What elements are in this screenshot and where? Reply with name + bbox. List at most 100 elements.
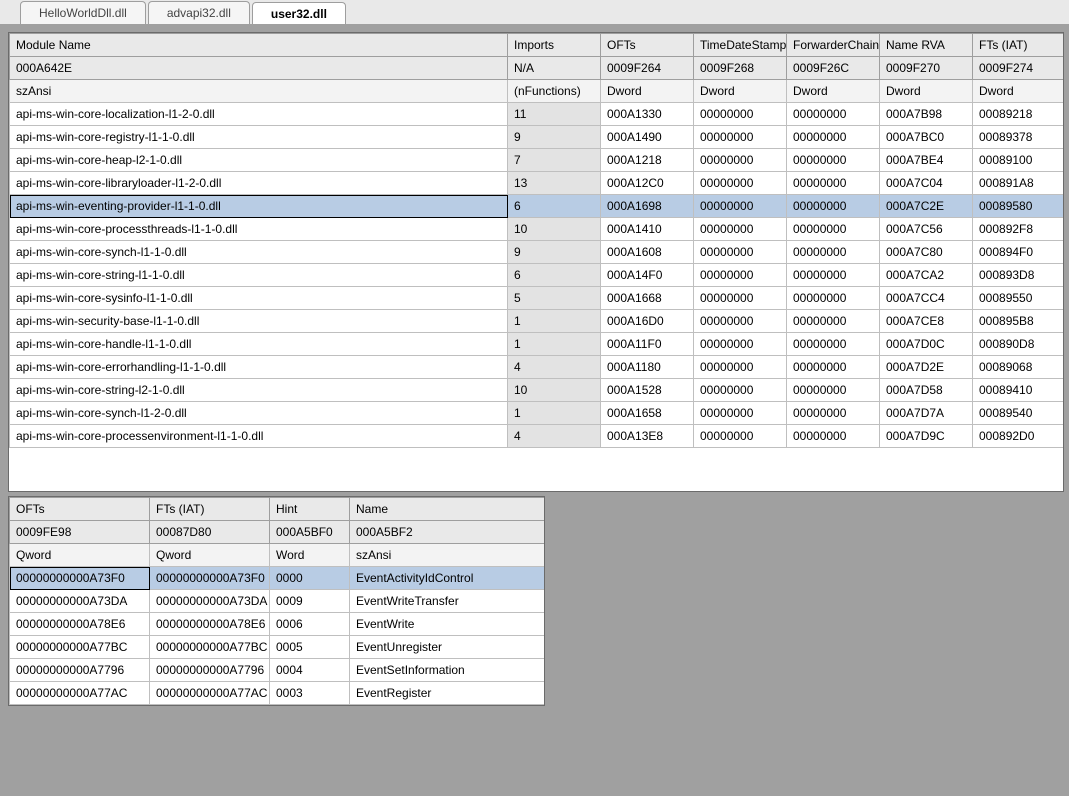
- imports-meta-cell[interactable]: N/A: [508, 57, 601, 80]
- functions-meta-cell[interactable]: 00087D80: [150, 521, 270, 544]
- functions-col-header[interactable]: Name: [350, 498, 546, 521]
- imports-cell[interactable]: 000890D8: [973, 333, 1065, 356]
- imports-cell[interactable]: 00000000: [787, 402, 880, 425]
- imports-cell[interactable]: 00000000: [787, 149, 880, 172]
- functions-cell[interactable]: 00000000000A73DA: [10, 590, 150, 613]
- imports-cell[interactable]: 00000000: [694, 103, 787, 126]
- imports-cell[interactable]: 4: [508, 356, 601, 379]
- functions-cell[interactable]: 00000000000A78E6: [150, 613, 270, 636]
- imports-type-cell[interactable]: Dword: [601, 80, 694, 103]
- imports-cell[interactable]: 000A7D9C: [880, 425, 973, 448]
- functions-cell[interactable]: EventRegister: [350, 682, 546, 705]
- functions-cell[interactable]: 00000000000A77AC: [150, 682, 270, 705]
- imports-cell[interactable]: 10: [508, 218, 601, 241]
- functions-cell[interactable]: 0005: [270, 636, 350, 659]
- imports-cell[interactable]: 000A7CA2: [880, 264, 973, 287]
- imports-cell[interactable]: 9: [508, 126, 601, 149]
- imports-cell[interactable]: 00000000: [694, 149, 787, 172]
- imports-cell[interactable]: 000A7C80: [880, 241, 973, 264]
- functions-meta-cell[interactable]: 000A5BF0: [270, 521, 350, 544]
- imports-cell[interactable]: 000895B8: [973, 310, 1065, 333]
- imports-row[interactable]: api-ms-win-core-localization-l1-2-0.dll1…: [10, 103, 1065, 126]
- imports-cell[interactable]: 6: [508, 195, 601, 218]
- imports-row[interactable]: api-ms-win-core-string-l2-1-0.dll10000A1…: [10, 379, 1065, 402]
- functions-cell[interactable]: 0009: [270, 590, 350, 613]
- imports-cell[interactable]: 13: [508, 172, 601, 195]
- functions-row[interactable]: 00000000000A779600000000000A77960004Even…: [10, 659, 546, 682]
- imports-cell[interactable]: 000A1330: [601, 103, 694, 126]
- imports-type-cell[interactable]: Dword: [694, 80, 787, 103]
- functions-type-cell[interactable]: Qword: [10, 544, 150, 567]
- imports-cell[interactable]: 000A11F0: [601, 333, 694, 356]
- functions-cell[interactable]: 00000000000A73F0: [10, 567, 150, 590]
- imports-cell[interactable]: 000A1608: [601, 241, 694, 264]
- imports-type-cell[interactable]: Dword: [973, 80, 1065, 103]
- imports-cell[interactable]: 00000000: [694, 402, 787, 425]
- imports-table[interactable]: Module NameImportsOFTsTimeDateStampForwa…: [9, 33, 1064, 448]
- functions-row[interactable]: 00000000000A73F000000000000A73F00000Even…: [10, 567, 546, 590]
- imports-cell[interactable]: 00089378: [973, 126, 1065, 149]
- imports-cell[interactable]: api-ms-win-core-heap-l2-1-0.dll: [10, 149, 508, 172]
- functions-cell[interactable]: EventWriteTransfer: [350, 590, 546, 613]
- imports-cell[interactable]: api-ms-win-core-errorhandling-l1-1-0.dll: [10, 356, 508, 379]
- imports-row[interactable]: api-ms-win-core-synch-l1-1-0.dll9000A160…: [10, 241, 1065, 264]
- imports-type-cell[interactable]: Dword: [880, 80, 973, 103]
- imports-cell[interactable]: 00000000: [694, 218, 787, 241]
- imports-cell[interactable]: api-ms-win-core-localization-l1-2-0.dll: [10, 103, 508, 126]
- tab-user32-dll[interactable]: user32.dll: [252, 2, 346, 25]
- imports-cell[interactable]: 11: [508, 103, 601, 126]
- imports-cell[interactable]: 000A7D7A: [880, 402, 973, 425]
- imports-cell[interactable]: 5: [508, 287, 601, 310]
- imports-type-cell[interactable]: szAnsi: [10, 80, 508, 103]
- imports-cell[interactable]: 000A14F0: [601, 264, 694, 287]
- tab-HelloWorldDll-dll[interactable]: HelloWorldDll.dll: [20, 1, 146, 24]
- imports-row[interactable]: api-ms-win-core-processenvironment-l1-1-…: [10, 425, 1065, 448]
- imports-cell[interactable]: 000A1528: [601, 379, 694, 402]
- imports-cell[interactable]: 000894F0: [973, 241, 1065, 264]
- imports-cell[interactable]: 000A1698: [601, 195, 694, 218]
- imports-cell[interactable]: 1: [508, 402, 601, 425]
- functions-type-cell[interactable]: szAnsi: [350, 544, 546, 567]
- imports-cell[interactable]: 00089580: [973, 195, 1065, 218]
- imports-cell[interactable]: 000A13E8: [601, 425, 694, 448]
- functions-cell[interactable]: 00000000000A7796: [10, 659, 150, 682]
- imports-cell[interactable]: 00000000: [694, 310, 787, 333]
- imports-cell[interactable]: 6: [508, 264, 601, 287]
- functions-cell[interactable]: 00000000000A77BC: [150, 636, 270, 659]
- functions-cell[interactable]: 0000: [270, 567, 350, 590]
- functions-cell[interactable]: 00000000000A77AC: [10, 682, 150, 705]
- imports-cell[interactable]: 000A7D2E: [880, 356, 973, 379]
- imports-cell[interactable]: 000A12C0: [601, 172, 694, 195]
- imports-cell[interactable]: 00089100: [973, 149, 1065, 172]
- imports-cell[interactable]: api-ms-win-core-string-l1-1-0.dll: [10, 264, 508, 287]
- functions-row[interactable]: 00000000000A77BC00000000000A77BC0005Even…: [10, 636, 546, 659]
- imports-cell[interactable]: 00000000: [694, 356, 787, 379]
- imports-cell[interactable]: 00000000: [694, 264, 787, 287]
- imports-meta-cell[interactable]: 0009F274: [973, 57, 1065, 80]
- imports-cell[interactable]: 000A1218: [601, 149, 694, 172]
- functions-cell[interactable]: 0004: [270, 659, 350, 682]
- imports-cell[interactable]: 7: [508, 149, 601, 172]
- functions-cell[interactable]: 00000000000A77BC: [10, 636, 150, 659]
- imports-cell[interactable]: api-ms-win-security-base-l1-1-0.dll: [10, 310, 508, 333]
- functions-cell[interactable]: EventUnregister: [350, 636, 546, 659]
- functions-row[interactable]: 00000000000A77AC00000000000A77AC0003Even…: [10, 682, 546, 705]
- imports-cell[interactable]: api-ms-win-core-libraryloader-l1-2-0.dll: [10, 172, 508, 195]
- imports-row[interactable]: api-ms-win-core-sysinfo-l1-1-0.dll5000A1…: [10, 287, 1065, 310]
- imports-row[interactable]: api-ms-win-core-synch-l1-2-0.dll1000A165…: [10, 402, 1065, 425]
- imports-col-header[interactable]: TimeDateStamp: [694, 34, 787, 57]
- imports-cell[interactable]: 00089410: [973, 379, 1065, 402]
- imports-cell[interactable]: 00000000: [787, 356, 880, 379]
- imports-cell[interactable]: 00000000: [787, 126, 880, 149]
- imports-cell[interactable]: 1: [508, 310, 601, 333]
- imports-meta-cell[interactable]: 0009F268: [694, 57, 787, 80]
- imports-cell[interactable]: api-ms-win-core-processthreads-l1-1-0.dl…: [10, 218, 508, 241]
- functions-cell[interactable]: EventSetInformation: [350, 659, 546, 682]
- functions-cell[interactable]: EventWrite: [350, 613, 546, 636]
- imports-row[interactable]: api-ms-win-core-processthreads-l1-1-0.dl…: [10, 218, 1065, 241]
- imports-cell[interactable]: 000A1490: [601, 126, 694, 149]
- imports-cell[interactable]: api-ms-win-core-sysinfo-l1-1-0.dll: [10, 287, 508, 310]
- imports-cell[interactable]: 00000000: [694, 195, 787, 218]
- functions-cell[interactable]: EventActivityIdControl: [350, 567, 546, 590]
- functions-table[interactable]: OFTsFTs (IAT)HintName 0009FE9800087D8000…: [9, 497, 545, 705]
